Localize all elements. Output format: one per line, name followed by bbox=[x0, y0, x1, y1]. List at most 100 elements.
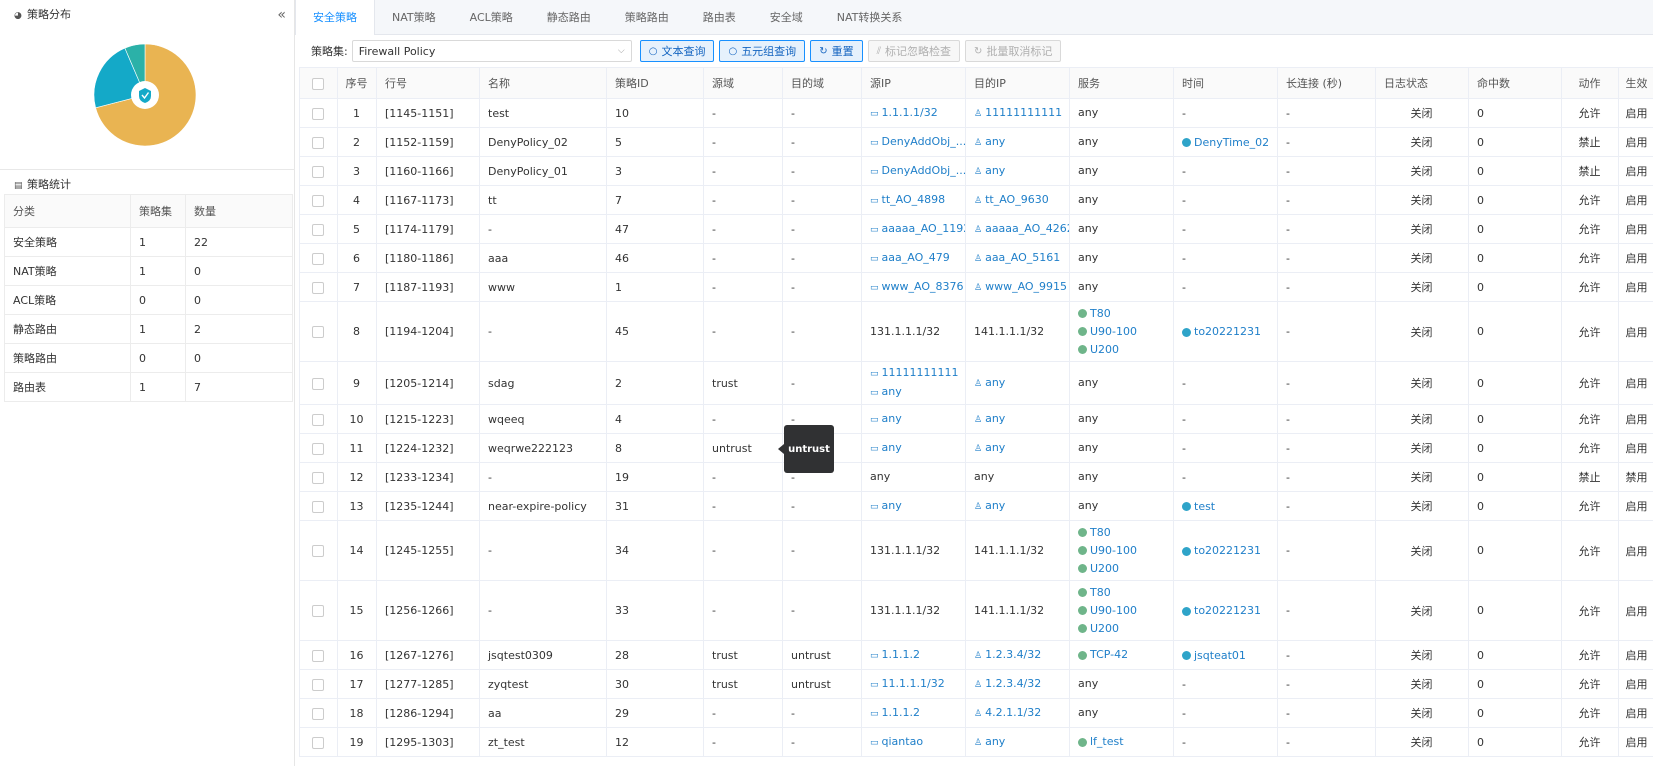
table-row[interactable]: 7 [1187-1193] www 1- - ▭ www_AO_8376 ♙ www_AO_99… bbox=[299, 272, 1653, 302]
dst-ip-text[interactable]: any bbox=[985, 441, 1005, 454]
col-header-8[interactable]: 服务 bbox=[1069, 67, 1174, 99]
tab-1[interactable]: NAT策略 bbox=[375, 0, 453, 34]
dst-ip-text[interactable]: 4.2.1.1/32 bbox=[985, 706, 1041, 719]
src-ip-text[interactable]: www_AO_8376 bbox=[882, 280, 964, 293]
src-ip-text[interactable]: any bbox=[882, 499, 902, 512]
service-text[interactable]: U200 bbox=[1090, 562, 1119, 575]
src-ip-text[interactable]: 1.1.1.1/32 bbox=[882, 106, 938, 119]
table-row[interactable]: 16 [1267-1276] jsqtest0309 28 trust untrust ▭ 1… bbox=[299, 640, 1653, 670]
row-checkbox[interactable] bbox=[312, 165, 324, 178]
src-ip-text[interactable]: aaa_AO_479 bbox=[882, 251, 950, 264]
mark-ignore-button[interactable]: ⫽ 标记忽略检查 bbox=[867, 40, 961, 62]
src-ip-text[interactable]: 11.1.1.1/32 bbox=[882, 677, 945, 690]
col-header-6[interactable]: 源IP bbox=[861, 67, 966, 99]
time-text[interactable]: to20221231 bbox=[1194, 604, 1261, 617]
src-ip-text[interactable]: 11111111111 bbox=[882, 366, 959, 379]
text-query-button[interactable]: ○ 文本查询 bbox=[639, 40, 715, 62]
row-checkbox[interactable] bbox=[312, 194, 324, 207]
row-checkbox[interactable] bbox=[312, 223, 324, 236]
time-text[interactable]: to20221231 bbox=[1194, 544, 1261, 557]
table-row[interactable]: 9 [1205-1214] sdag 2 trust - ▭ 11111111111 ▭ any ♙… bbox=[299, 361, 1653, 405]
service-text[interactable]: U90-100 bbox=[1090, 325, 1137, 338]
src-ip-text[interactable]: DenyAddObj_... bbox=[882, 164, 965, 177]
src-ip-text[interactable]: any bbox=[882, 412, 902, 425]
col-header-14[interactable]: 生效 bbox=[1618, 67, 1653, 99]
select-all-checkbox[interactable] bbox=[312, 77, 324, 90]
row-checkbox[interactable] bbox=[312, 736, 324, 749]
row-checkbox[interactable] bbox=[312, 649, 324, 662]
row-checkbox[interactable] bbox=[312, 281, 324, 294]
row-checkbox[interactable] bbox=[312, 136, 324, 149]
policy-set-select[interactable]: Firewall Policy ⌵ bbox=[351, 40, 632, 62]
table-row[interactable]: 11[1224-1232]weqrwe2221238untrust-▭any♙a… bbox=[299, 433, 1653, 463]
table-row[interactable]: 3 [1160-1166] DenyPolicy_01 3- - ▭ DenyAddObj_… bbox=[299, 156, 1653, 186]
service-text[interactable]: lf_test bbox=[1090, 735, 1124, 748]
col-header-2[interactable]: 名称 bbox=[479, 67, 607, 99]
table-row[interactable]: 13 [1235-1244] near-expire-policy 31- - ▭ any ♙… bbox=[299, 491, 1653, 521]
row-checkbox[interactable] bbox=[312, 377, 324, 390]
col-header-4[interactable]: 源域 bbox=[703, 67, 783, 99]
tab-2[interactable]: ACL策略 bbox=[453, 0, 530, 34]
tab-5[interactable]: 路由表 bbox=[686, 0, 753, 34]
col-header-0[interactable]: 序号 bbox=[337, 67, 377, 99]
row-checkbox[interactable] bbox=[312, 545, 324, 557]
col-header-12[interactable]: 命中数 bbox=[1468, 67, 1562, 99]
row-checkbox[interactable] bbox=[312, 500, 324, 513]
src-ip-text[interactable]: DenyAddObj_... bbox=[882, 135, 965, 148]
service-text[interactable]: U90-100 bbox=[1090, 544, 1137, 557]
dst-ip-text[interactable]: any bbox=[985, 164, 1005, 177]
tuple-query-button[interactable]: ○ 五元组查询 bbox=[719, 40, 806, 62]
col-header-3[interactable]: 策略ID bbox=[606, 67, 704, 99]
col-header-9[interactable]: 时间 bbox=[1173, 67, 1278, 99]
dst-ip-text[interactable]: any bbox=[985, 376, 1005, 389]
table-row[interactable]: 1 [1145-1151] test 10- - ▭ 1.1.1.1/32 ♙ 11111111… bbox=[299, 98, 1653, 128]
dst-ip-text[interactable]: any bbox=[985, 135, 1005, 148]
tab-6[interactable]: 安全域 bbox=[753, 0, 820, 34]
table-row[interactable]: 17 [1277-1285] zyqtest 30 trust untrust ▭ 11.1.… bbox=[299, 669, 1653, 699]
src-ip-text[interactable]: any bbox=[882, 385, 902, 398]
table-row[interactable]: 2 [1152-1159] DenyPolicy_02 5- - ▭ DenyAddObj_… bbox=[299, 127, 1653, 157]
dst-ip-text[interactable]: any bbox=[985, 499, 1005, 512]
src-ip-text[interactable]: any bbox=[882, 441, 902, 454]
table-row[interactable]: 15 [1256-1266] -33- -131.1.1.1/32 141.1.1.1/… bbox=[299, 580, 1653, 641]
dst-ip-text[interactable]: aaaaa_AO_4262 bbox=[985, 222, 1068, 235]
row-checkbox[interactable] bbox=[312, 413, 324, 426]
time-text[interactable]: DenyTime_02 bbox=[1194, 136, 1269, 149]
col-header-5[interactable]: 目的域 bbox=[782, 67, 862, 99]
table-row[interactable]: 19 [1295-1303] zt_test 12- - ▭ qiantao ♙ any lf_t… bbox=[299, 727, 1653, 757]
row-checkbox[interactable] bbox=[312, 442, 324, 455]
src-ip-text[interactable]: 1.1.1.2 bbox=[882, 648, 920, 661]
dst-ip-text[interactable]: any bbox=[985, 412, 1005, 425]
col-header-7[interactable]: 目的IP bbox=[965, 67, 1070, 99]
dst-ip-text[interactable]: tt_AO_9630 bbox=[985, 193, 1049, 206]
table-row[interactable]: 10 [1215-1223] wqeeq 4- - ▭ any ♙ any any - - 关闭 0 允许启… bbox=[299, 404, 1653, 434]
row-checkbox[interactable] bbox=[312, 107, 324, 120]
table-row[interactable]: 14 [1245-1255] -34- -131.1.1.1/32 141.1.1.1/… bbox=[299, 520, 1653, 581]
table-row[interactable]: 4 [1167-1173] tt 7- - ▭ tt_AO_4898 ♙ tt_AO_9630 a… bbox=[299, 185, 1653, 215]
dst-ip-text[interactable]: 1.2.3.4/32 bbox=[985, 677, 1041, 690]
row-checkbox[interactable] bbox=[312, 678, 324, 691]
time-text[interactable]: jsqteat01 bbox=[1194, 649, 1246, 662]
col-header-13[interactable]: 动作 bbox=[1561, 67, 1619, 99]
dst-ip-text[interactable]: www_AO_9915 bbox=[985, 280, 1067, 293]
row-checkbox[interactable] bbox=[312, 605, 324, 617]
table-row[interactable]: 8 [1194-1204] -45- -131.1.1.1/32 141.1.1.1/3… bbox=[299, 301, 1653, 362]
service-text[interactable]: U90-100 bbox=[1090, 604, 1137, 617]
tab-4[interactable]: 策略路由 bbox=[608, 0, 686, 34]
service-text[interactable]: T80 bbox=[1090, 307, 1111, 320]
time-text[interactable]: test bbox=[1194, 500, 1215, 513]
col-header-11[interactable]: 日志状态 bbox=[1375, 67, 1469, 99]
src-ip-text[interactable]: 1.1.1.2 bbox=[882, 706, 920, 719]
row-checkbox[interactable] bbox=[312, 707, 324, 720]
src-ip-text[interactable]: qiantao bbox=[882, 735, 924, 748]
reset-button[interactable]: ↻ 重置 bbox=[810, 40, 863, 62]
tab-0[interactable]: 安全策略 bbox=[295, 0, 375, 35]
dst-ip-text[interactable]: any bbox=[985, 735, 1005, 748]
src-ip-text[interactable]: aaaaa_AO_1192 bbox=[882, 222, 965, 235]
service-text[interactable]: U200 bbox=[1090, 343, 1119, 356]
time-text[interactable]: to20221231 bbox=[1194, 325, 1261, 338]
collapse-icon[interactable]: « bbox=[277, 0, 286, 30]
table-row[interactable]: 6 [1180-1186] aaa 46- - ▭ aaa_AO_479 ♙ aaa_AO_51… bbox=[299, 243, 1653, 273]
tab-7[interactable]: NAT转换关系 bbox=[820, 0, 920, 34]
service-text[interactable]: T80 bbox=[1090, 586, 1111, 599]
